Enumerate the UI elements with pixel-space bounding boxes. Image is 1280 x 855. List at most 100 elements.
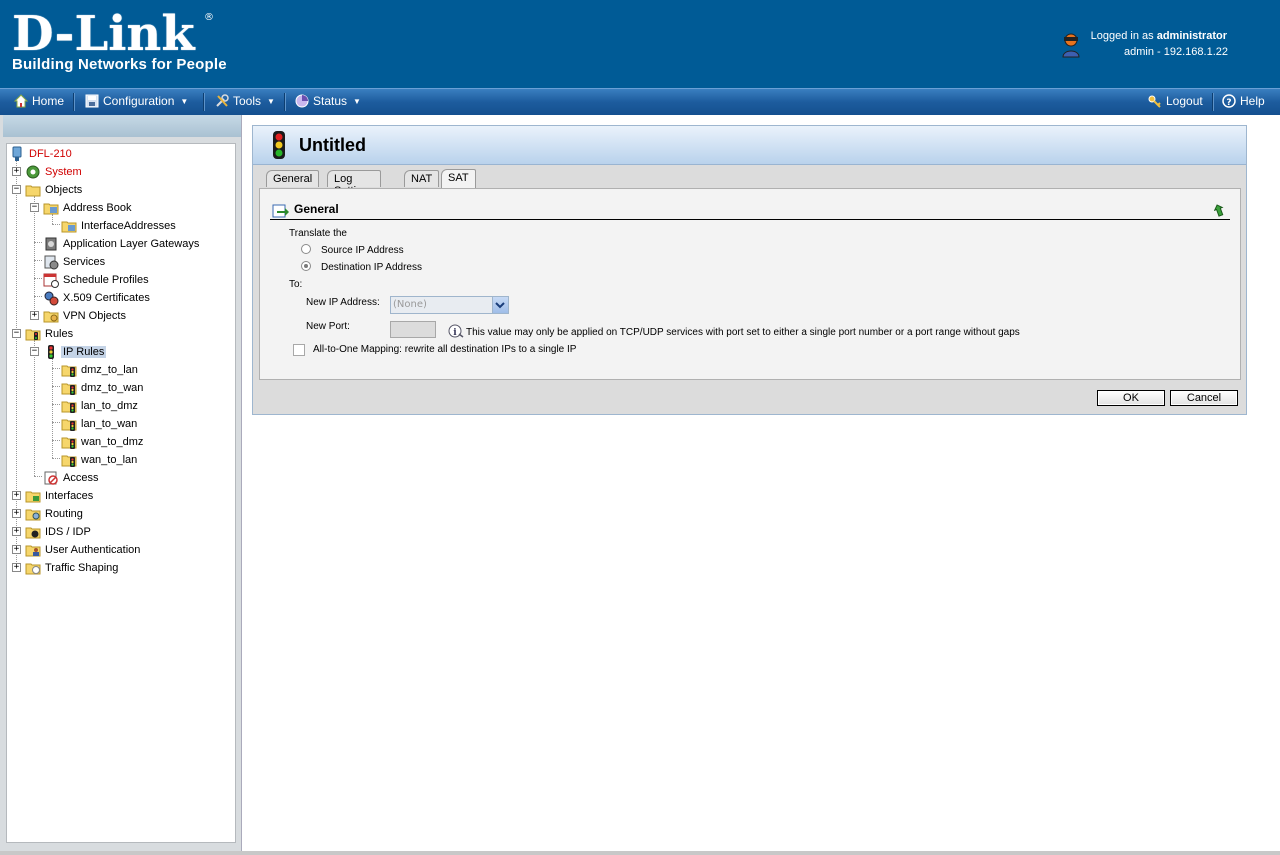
- logout-label: Logout: [1166, 94, 1203, 108]
- tree-node-ip-rules[interactable]: IP Rules: [43, 344, 107, 360]
- tree-node-vpn-objects[interactable]: VPN Objects: [43, 308, 128, 324]
- tree-node-access[interactable]: Access: [43, 470, 100, 486]
- tree-connector: [52, 358, 53, 458]
- dialog-title: Untitled: [299, 135, 366, 155]
- interfaces-folder-icon: [25, 491, 41, 503]
- tree-label: Objects: [45, 184, 83, 196]
- tree-label: Services: [63, 256, 106, 268]
- tree-node-address-book[interactable]: Address Book: [43, 200, 133, 216]
- tree-node-interfaces[interactable]: Interfaces: [25, 488, 95, 504]
- rules-folder-icon: [25, 329, 41, 341]
- help-button[interactable]: ? Help: [1222, 94, 1265, 108]
- info-icon: i: [448, 324, 464, 338]
- tree-node-rule-lan-to-wan[interactable]: lan_to_wan: [61, 416, 139, 432]
- to-label: To:: [289, 279, 303, 290]
- address-folder-icon: [61, 221, 77, 233]
- tree-connector: [16, 160, 17, 566]
- traffic-light-icon: [48, 345, 54, 359]
- status-strip: [0, 851, 1280, 855]
- tree-label: lan_to_wan: [81, 418, 138, 430]
- dropdown-button[interactable]: [492, 297, 508, 313]
- collapse-icon[interactable]: −: [12, 185, 21, 194]
- tree-node-interface-addresses[interactable]: InterfaceAddresses: [61, 218, 178, 234]
- tree-node-rule-dmz-to-lan[interactable]: dmz_to_lan: [61, 362, 140, 378]
- collapse-icon[interactable]: −: [30, 203, 39, 212]
- tab-sat[interactable]: SAT: [441, 169, 476, 188]
- tree-node-schedule-profiles[interactable]: Schedule Profiles: [43, 272, 151, 288]
- status-icon: [295, 94, 309, 108]
- tree-connector: [34, 340, 35, 476]
- expand-icon[interactable]: +: [30, 311, 39, 320]
- expand-icon[interactable]: +: [12, 545, 21, 554]
- all-to-one-checkbox[interactable]: [293, 344, 305, 356]
- tree-node-rules[interactable]: Rules: [25, 326, 75, 342]
- tree-node-routing[interactable]: Routing: [25, 506, 85, 522]
- tree-node-objects[interactable]: Objects: [25, 182, 84, 198]
- cancel-button[interactable]: Cancel: [1170, 390, 1238, 406]
- expand-icon[interactable]: +: [12, 563, 21, 572]
- tree-label: System: [45, 166, 82, 178]
- navigation-tree: DFL-210 + System − Objects − Address Boo…: [6, 143, 236, 843]
- traffic-light-icon: [273, 131, 285, 159]
- rule-folder-icon: [61, 365, 77, 377]
- destination-ip-label: Destination IP Address: [321, 262, 422, 273]
- tree-label: Access: [63, 472, 99, 484]
- ids-folder-icon: [25, 527, 41, 539]
- tree-node-rule-wan-to-lan[interactable]: wan_to_lan: [61, 452, 139, 468]
- tools-menu[interactable]: Tools ▼: [215, 94, 275, 108]
- logout-button[interactable]: Logout: [1148, 94, 1203, 108]
- tree-node-rule-lan-to-dmz[interactable]: lan_to_dmz: [61, 398, 140, 414]
- tree-node-rule-wan-to-dmz[interactable]: wan_to_dmz: [61, 434, 145, 450]
- registered-mark: ®: [204, 12, 214, 23]
- tree-node-rule-dmz-to-wan[interactable]: dmz_to_wan: [61, 380, 145, 396]
- tree-connector: [34, 242, 42, 243]
- expand-icon[interactable]: +: [12, 491, 21, 500]
- tree-connector: [34, 278, 42, 279]
- menu-separator: [284, 93, 286, 111]
- refresh-icon[interactable]: [1214, 203, 1228, 217]
- tab-nat[interactable]: NAT: [404, 170, 440, 187]
- new-ip-select-value: (None): [393, 299, 427, 310]
- expand-icon[interactable]: +: [12, 527, 21, 536]
- sat-panel: General Translate the Source IP Address …: [259, 188, 1241, 380]
- ok-button[interactable]: OK: [1097, 390, 1165, 406]
- menu-separator: [1212, 93, 1214, 111]
- tree-node-dfl-210[interactable]: DFL-210: [9, 146, 74, 162]
- tab-general[interactable]: General: [266, 170, 320, 187]
- tree-node-traffic-shaping[interactable]: Traffic Shaping: [25, 560, 120, 576]
- tree-connector: [52, 224, 60, 225]
- chevron-down-icon: ▼: [353, 96, 361, 106]
- expand-icon[interactable]: +: [12, 509, 21, 518]
- user-icon: [1062, 33, 1080, 58]
- dialog-title-bar: Untitled: [253, 126, 1246, 165]
- tab-log-settings[interactable]: Log Settings: [327, 170, 381, 197]
- header-banner: D-Link ® Building Networks for People Lo…: [0, 0, 1280, 88]
- home-menu[interactable]: Home: [14, 94, 64, 108]
- tree-node-x509-certificates[interactable]: X.509 Certificates: [43, 290, 152, 306]
- tree-node-ids-idp[interactable]: IDS / IDP: [25, 524, 93, 540]
- alg-icon: [45, 237, 57, 251]
- expand-icon[interactable]: +: [12, 167, 21, 176]
- tree-node-services[interactable]: Services: [43, 254, 107, 270]
- collapse-icon[interactable]: −: [30, 347, 39, 356]
- tools-label: Tools: [233, 94, 262, 108]
- tree-label: Application Layer Gateways: [63, 238, 200, 250]
- port-info-text: This value may only be applied on TCP/UD…: [466, 327, 1020, 338]
- tree-node-alg[interactable]: Application Layer Gateways: [43, 236, 201, 252]
- configuration-menu[interactable]: Configuration ▼: [85, 94, 188, 108]
- source-ip-radio[interactable]: [301, 244, 311, 254]
- home-label: Home: [32, 94, 65, 108]
- access-icon: [44, 471, 58, 485]
- new-ip-select[interactable]: (None): [390, 296, 509, 314]
- tree-connector: [52, 422, 60, 423]
- tree-node-user-authentication[interactable]: User Authentication: [25, 542, 142, 558]
- new-port-input[interactable]: [390, 321, 436, 338]
- folder-icon: [25, 185, 41, 197]
- tree-node-system[interactable]: System: [25, 164, 84, 180]
- services-icon: [44, 255, 59, 270]
- logo-text: D-Link: [12, 6, 195, 62]
- collapse-icon[interactable]: −: [12, 329, 21, 338]
- tree-connector: [52, 386, 60, 387]
- destination-ip-radio[interactable]: [301, 261, 311, 271]
- status-menu[interactable]: Status ▼: [295, 94, 361, 108]
